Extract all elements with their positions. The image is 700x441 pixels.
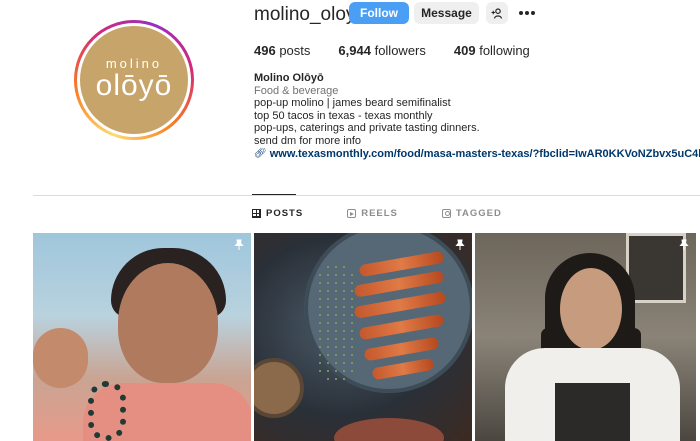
post-thumbnail[interactable] [254,233,472,441]
post-image-bracelet [88,381,126,441]
pin-icon [455,239,465,250]
follow-button[interactable]: Follow [349,2,409,24]
bio-line: pop-ups, caterings and private tasting d… [254,122,480,135]
stat-followers-label: followers [374,43,426,58]
profile-avatar-ring[interactable]: molino olōyō [74,20,194,140]
bio-line: top 50 tacos in texas - texas monthly [254,109,433,122]
profile-tabs: POSTS REELS TAGGED [252,208,502,219]
tab-tagged-label: TAGGED [455,208,502,219]
post-image-apron [555,383,630,441]
grid-icon [252,209,261,218]
post-image-hand [33,328,88,388]
active-tab-indicator [252,194,296,195]
tab-posts-label: POSTS [266,208,304,219]
tabs-divider [33,195,700,196]
post-image-bowl [254,358,304,418]
post-image-face [560,268,622,350]
message-button[interactable]: Message [414,2,479,24]
add-person-icon[interactable] [486,2,508,24]
stat-followers[interactable]: 6,944 followers [338,43,425,58]
bio-category[interactable]: Food & beverage [254,85,700,98]
post-thumbnail[interactable] [475,233,696,441]
stat-posts-value: 496 [254,43,276,58]
tab-reels-label: REELS [361,208,398,219]
post-image-face [118,263,218,383]
bio-link-text: www.texasmonthly.com/food/masa-masters-t… [269,147,700,160]
reels-icon [347,209,357,218]
pin-icon [679,239,689,250]
tab-tagged[interactable]: TAGGED [441,208,502,219]
tagged-icon [441,209,451,218]
profile-bio: Molino Olōyō Food & beverage pop-up moli… [254,72,700,160]
stat-following-value: 409 [453,43,476,58]
post-thumbnail[interactable] [33,233,251,441]
profile-avatar[interactable]: molino olōyō [80,26,188,134]
bio-line: pop-up molino | james beard semifinalist [254,97,451,110]
tab-reels[interactable]: REELS [347,208,398,219]
stat-followers-value: 6,944 [338,43,371,58]
profile-stats: 496 posts 6,944 followers 409 following [254,43,530,58]
stat-following-label: following [479,43,530,58]
pin-icon [234,239,244,250]
link-chain-icon: 🔗︎ [254,147,267,159]
bio-name: Molino Olōyō [254,72,324,84]
more-dots-icon[interactable] [516,4,538,22]
avatar-logo-main: olōyō [95,68,173,102]
stat-posts-label: posts [279,43,311,58]
tab-posts[interactable]: POSTS [252,208,303,219]
post-image-meat [334,418,444,441]
bio-line: send dm for more info [254,134,361,147]
stat-posts[interactable]: 496 posts [254,43,310,58]
stat-following[interactable]: 409 following [454,43,530,58]
add-person-glyph [491,7,503,19]
post-image-frame [626,233,686,303]
bio-link[interactable]: 🔗︎ www.texasmonthly.com/food/masa-master… [254,148,700,161]
post-image-herbs [316,263,356,383]
